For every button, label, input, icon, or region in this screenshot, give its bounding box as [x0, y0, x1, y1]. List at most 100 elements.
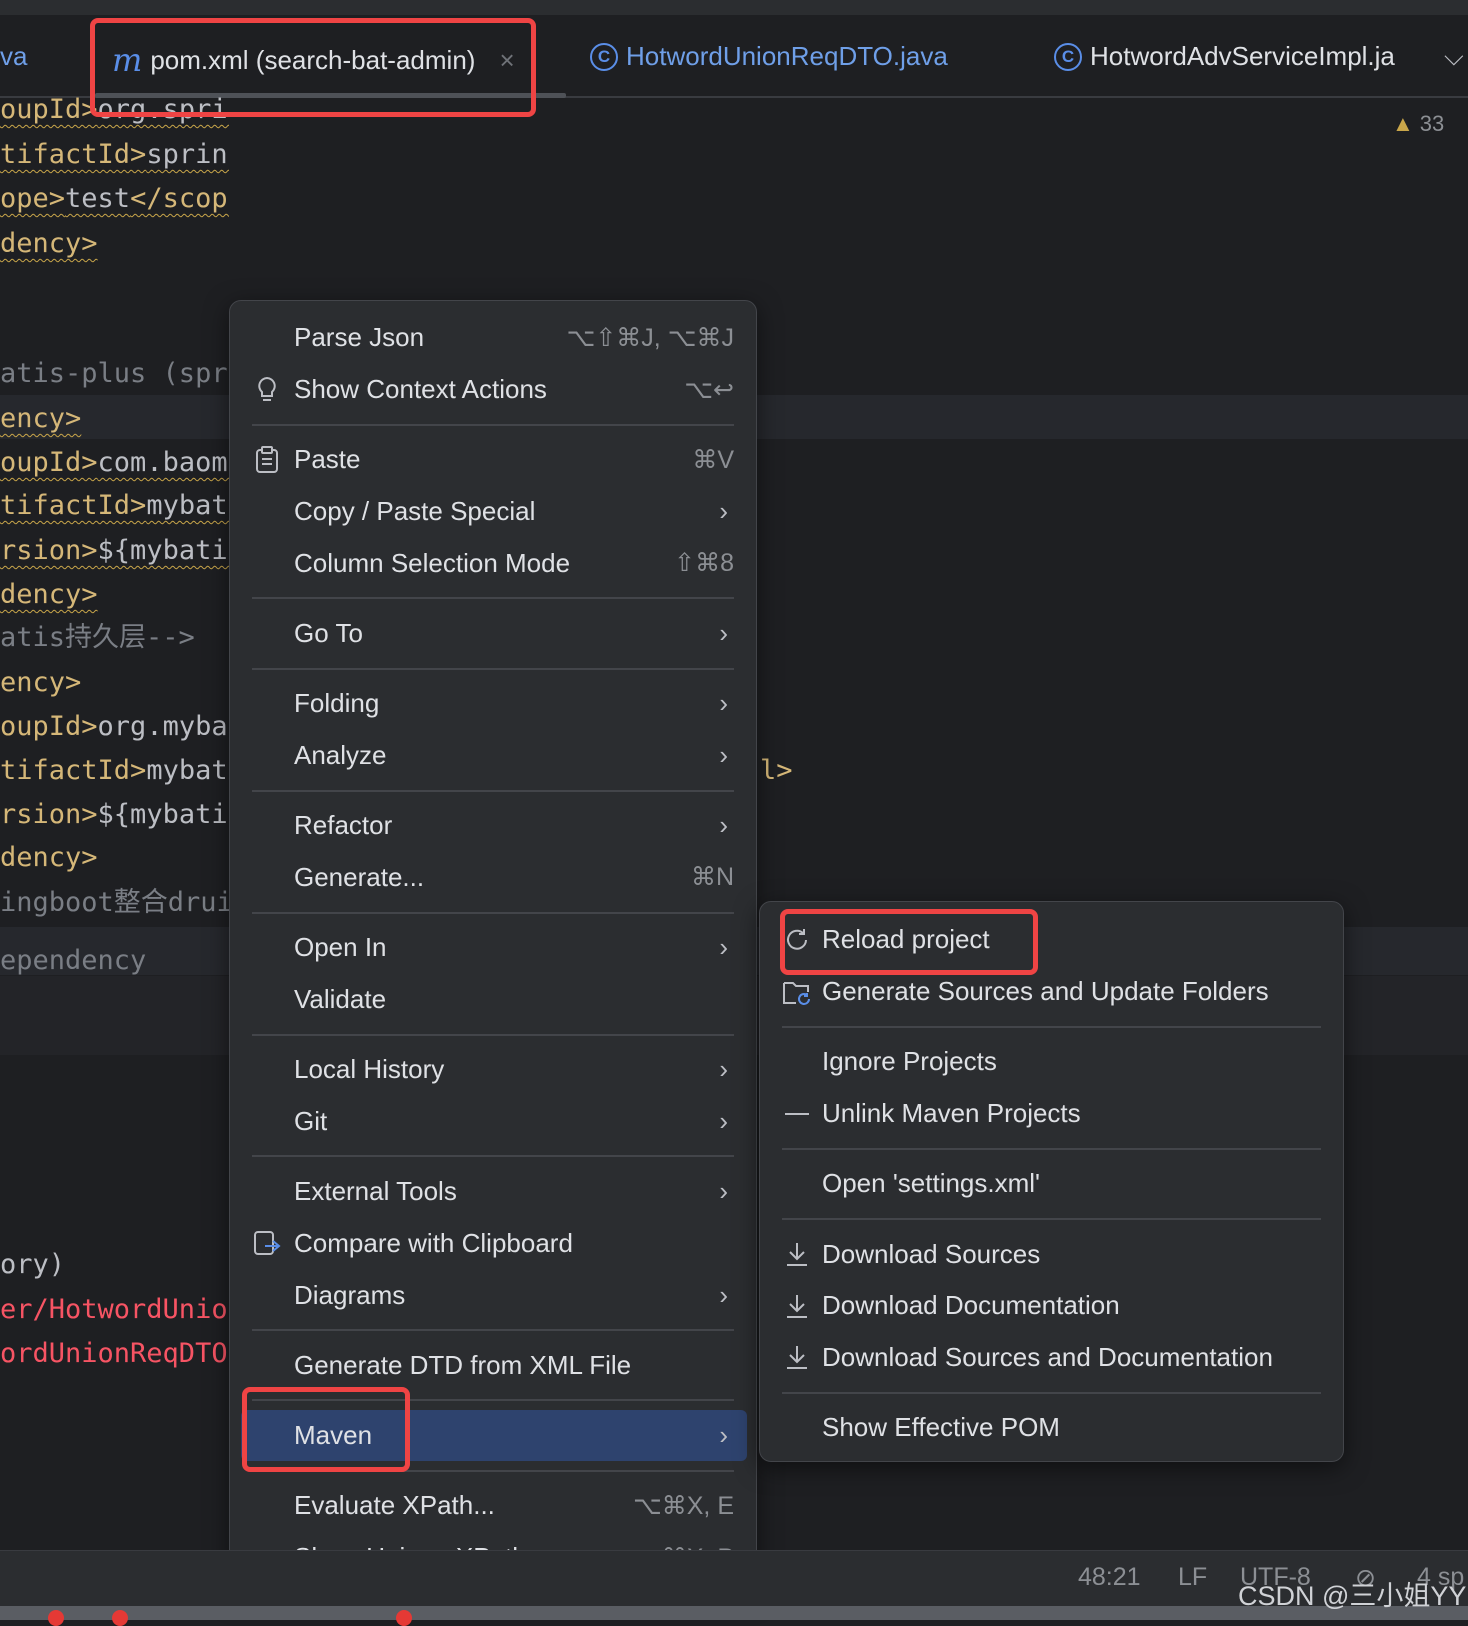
menu-item-diagrams[interactable]: Diagrams › [230, 1269, 756, 1321]
code-token: tifactId> [0, 755, 147, 786]
dock-icon[interactable] [112, 1610, 128, 1626]
code-line: tifactId>mybati [0, 749, 229, 793]
menu-item-ignore-projects[interactable]: Ignore Projects [760, 1036, 1343, 1088]
menu-item-label: Unlink Maven Projects [822, 1098, 1081, 1128]
chevron-right-icon: › [719, 496, 728, 526]
shortcut-label: ⌥↩ [684, 375, 734, 404]
menu-item-evaluate-xpath[interactable]: Evaluate XPath... ⌥⌘X, E [230, 1480, 756, 1532]
tab-hotword-union-req-dto[interactable]: C HotwordUnionReqDTO.java [590, 41, 948, 72]
menu-separator [230, 1321, 756, 1340]
code-token: com.baomi [97, 447, 229, 478]
menu-item-label: Download Documentation [822, 1290, 1120, 1321]
menu-item-column-selection-mode[interactable]: Column Selection Mode ⇧⌘8 [230, 537, 756, 589]
menu-item-label: Generate... [294, 861, 425, 892]
code-line: er/HotwordUnion [0, 1288, 229, 1332]
chevron-right-icon: › [719, 688, 728, 719]
menu-item-unlink-maven-projects[interactable]: Unlink Maven Projects [760, 1088, 1343, 1140]
separator-line [252, 789, 734, 792]
menu-item-copy-paste-special[interactable]: Copy / Paste Special › [230, 486, 756, 538]
code-line: tifactId>mybati [0, 484, 229, 528]
menu-item-label: Local History [294, 1054, 445, 1085]
line-separator[interactable]: LF [1178, 1563, 1207, 1592]
separator-line [782, 1391, 1321, 1394]
watermark: CSDN @三小姐YY [1238, 1581, 1467, 1611]
menu-item-validate[interactable]: Validate [230, 974, 756, 1026]
menu-separator [230, 659, 756, 678]
menu-item-label: Ignore Projects [822, 1046, 997, 1077]
code-token: ope> [0, 183, 66, 214]
menu-item-paste[interactable]: Paste ⌘V [230, 434, 756, 486]
chevron-right-icon: › [719, 1105, 728, 1136]
code-token: mybati [146, 755, 229, 786]
tab-label: HotwordAdvServiceImpl.ja [1090, 41, 1395, 71]
code-line: ency> [0, 661, 229, 705]
menu-item-generate[interactable]: Generate... ⌘N [230, 852, 756, 904]
menu-item-compare-with-clipboard[interactable]: Compare with Clipboard [230, 1217, 756, 1269]
menu-item-label: Parse Json [294, 322, 425, 353]
code-line: oupId>com.baomi [0, 441, 229, 485]
menu-item-label: Refactor [294, 810, 393, 841]
code-line: rsion>${mybatis [0, 529, 229, 573]
menu-item-label: Go To [294, 617, 363, 648]
download-icon [782, 1291, 812, 1321]
code-line: atis-plus (spri [0, 352, 229, 396]
code-token: tifactId> [0, 490, 147, 521]
code-token: tifactId> [0, 139, 147, 170]
menu-item-refactor[interactable]: Refactor › [230, 800, 756, 852]
chevron-right-icon: › [719, 739, 728, 770]
code-token: ${mybatis [97, 535, 229, 566]
chevron-right-icon: › [719, 810, 728, 841]
menu-item-parse-json[interactable]: Parse Json ⌥⇧⌘J, ⌥⌘J [230, 312, 756, 364]
menu-item-show-context-actions[interactable]: Show Context Actions ⌥↩ [230, 364, 756, 416]
code-line: ope>test</scope> [0, 177, 229, 221]
chevron-right-icon: › [719, 1054, 728, 1085]
menu-item-open-in[interactable]: Open In › [230, 922, 756, 974]
code-token: atis持久层--> [0, 622, 195, 653]
caret-position[interactable]: 48:21 [1078, 1563, 1141, 1592]
menu-item-label: Analyze [294, 739, 387, 770]
menu-item-analyze[interactable]: Analyze › [230, 730, 756, 782]
code-token: ${mybatis [97, 799, 229, 830]
code-line: ependency [0, 939, 229, 983]
inspection-widget[interactable]: ▲ 33 [1392, 111, 1444, 137]
compare-clipboard-icon [252, 1228, 282, 1258]
clipboard-icon [252, 445, 282, 475]
menu-item-label: Folding [294, 688, 380, 719]
code-token: mybati [146, 490, 229, 521]
separator-line [782, 1217, 1321, 1220]
menu-item-local-history[interactable]: Local History › [230, 1044, 756, 1096]
code-token: </scope> [130, 183, 229, 214]
shortcut-label: ⌘V [692, 445, 734, 474]
menu-item-label: Download Sources and Documentation [822, 1341, 1273, 1372]
menu-item-label: Validate [294, 983, 387, 1014]
code-token: ency> [0, 403, 82, 434]
menu-item-label: Paste [294, 444, 361, 475]
folder-refresh-icon [782, 977, 812, 1007]
menu-item-git[interactable]: Git › [230, 1096, 756, 1148]
chevron-down-icon[interactable]: ⌵ [1444, 41, 1464, 73]
tab-hotword-adv-service-impl[interactable]: C HotwordAdvServiceImpl.ja [1054, 41, 1416, 72]
menu-item-show-effective-pom[interactable]: Show Effective POM [760, 1402, 1343, 1454]
code-token: dency> [0, 228, 98, 259]
menu-item-download-documentation[interactable]: Download Documentation [760, 1280, 1343, 1332]
menu-item-go-to[interactable]: Go To › [230, 608, 756, 660]
code-line: ingboot整合druid [0, 881, 229, 925]
tab-java-partial[interactable]: va [0, 41, 27, 72]
class-c-icon: C [590, 42, 618, 71]
menu-item-download-sources[interactable]: Download Sources [760, 1228, 1343, 1280]
separator-line [252, 911, 734, 914]
dock-icon[interactable] [48, 1610, 64, 1626]
code-line: dency> [0, 573, 229, 617]
separator-line [782, 1147, 1321, 1150]
menu-item-download-sources-and-documentation[interactable]: Download Sources and Documentation [760, 1332, 1343, 1384]
menu-item-folding[interactable]: Folding › [230, 678, 756, 730]
separator-line [252, 1329, 734, 1332]
code-line: ordUnionReqDTO. [0, 1332, 229, 1376]
menu-separator [760, 1383, 1343, 1402]
dock-icon[interactable] [396, 1610, 412, 1626]
menu-item-open-settings-xml[interactable]: Open 'settings.xml' [760, 1158, 1343, 1210]
code-token: test [65, 183, 131, 214]
menu-item-external-tools[interactable]: External Tools › [230, 1166, 756, 1218]
menu-separator [230, 781, 756, 800]
menu-item-generate-dtd-from-xml-file[interactable]: Generate DTD from XML File [230, 1339, 756, 1391]
